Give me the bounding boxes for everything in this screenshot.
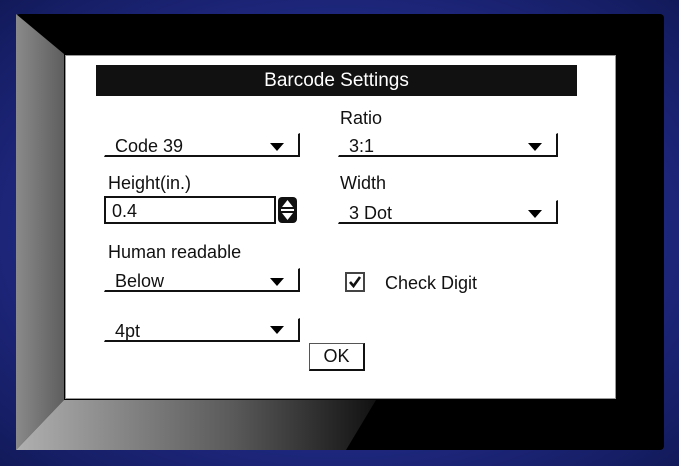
ok-button[interactable]: OK xyxy=(309,343,365,371)
chevron-down-icon xyxy=(528,143,542,151)
height-value: 0.4 xyxy=(112,201,138,221)
checkmark-icon xyxy=(349,276,362,289)
chevron-down-icon xyxy=(270,326,284,334)
width-dropdown[interactable]: 3 Dot xyxy=(338,200,558,224)
chevron-down-icon xyxy=(270,143,284,151)
ratio-label: Ratio xyxy=(340,108,383,128)
ratio-value: 3:1 xyxy=(349,136,375,156)
width-value: 3 Dot xyxy=(349,203,393,223)
human-readable-dropdown[interactable]: Below xyxy=(104,268,300,292)
barcode-type-value: Code 39 xyxy=(115,136,184,156)
check-digit-checkbox[interactable] xyxy=(345,272,365,292)
height-label: Height(in.) xyxy=(108,173,192,193)
check-digit-label: Check Digit xyxy=(385,273,478,293)
dialog-title: Barcode Settings xyxy=(96,65,577,96)
chevron-down-icon xyxy=(270,278,284,286)
width-label: Width xyxy=(340,173,387,193)
chevron-down-icon xyxy=(528,210,542,218)
height-input[interactable]: 0.4 xyxy=(104,196,276,224)
barcode-type-dropdown[interactable]: Code 39 xyxy=(104,133,300,157)
font-size-value: 4pt xyxy=(115,321,141,341)
human-readable-label: Human readable xyxy=(108,242,242,262)
height-spinner-icon[interactable] xyxy=(277,196,298,224)
font-size-dropdown[interactable]: 4pt xyxy=(104,318,300,342)
ratio-dropdown[interactable]: 3:1 xyxy=(338,133,558,157)
human-readable-value: Below xyxy=(115,271,165,291)
